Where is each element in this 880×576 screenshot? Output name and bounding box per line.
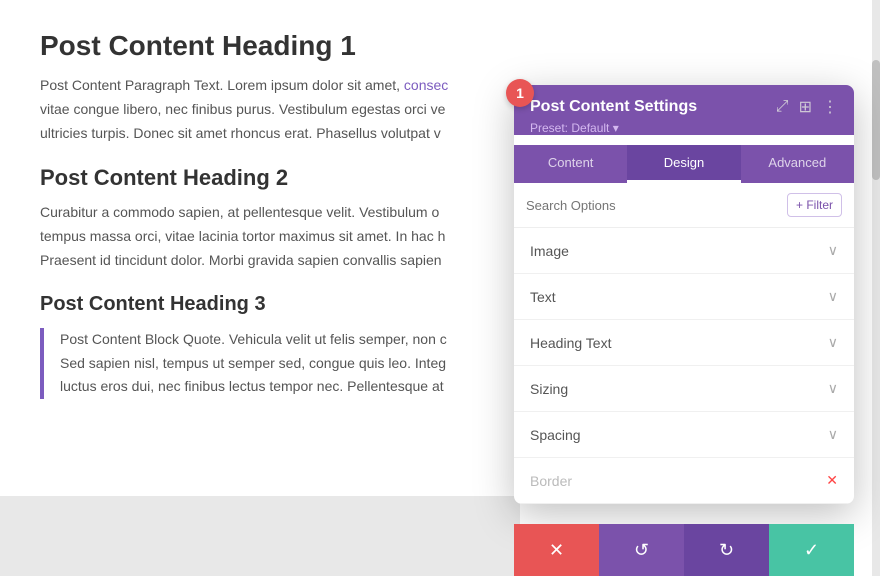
panel-header-top: Post Content Settings ⤢ ⊞ ⋮ bbox=[530, 97, 838, 117]
search-input[interactable] bbox=[526, 198, 787, 213]
section-sizing[interactable]: Sizing ∨ bbox=[514, 366, 854, 412]
resize-icon[interactable]: ⤢ bbox=[776, 98, 789, 116]
panel-header-icons: ⤢ ⊞ ⋮ bbox=[776, 97, 838, 117]
undo-button[interactable]: ↺ bbox=[599, 524, 684, 576]
section-border[interactable]: Border ✕ bbox=[514, 458, 854, 504]
section-text-chevron: ∨ bbox=[828, 288, 838, 305]
filter-button[interactable]: + Filter bbox=[787, 193, 842, 217]
tab-advanced[interactable]: Advanced bbox=[741, 145, 854, 183]
cancel-button[interactable]: ✕ bbox=[514, 524, 599, 576]
section-border-label: Border bbox=[530, 473, 572, 489]
section-spacing[interactable]: Spacing ∨ bbox=[514, 412, 854, 458]
section-heading-text-chevron: ∨ bbox=[828, 334, 838, 351]
columns-icon[interactable]: ⊞ bbox=[799, 97, 812, 117]
preset-label[interactable]: Preset: Default ▾ bbox=[530, 121, 619, 135]
section-spacing-label: Spacing bbox=[530, 427, 581, 443]
action-bar: ✕ ↺ ↻ ✓ bbox=[514, 524, 854, 576]
panel-search: + Filter bbox=[514, 183, 854, 228]
tab-content[interactable]: Content bbox=[514, 145, 627, 183]
bottom-area bbox=[0, 496, 520, 576]
panel-header: Post Content Settings ⤢ ⊞ ⋮ Preset: Defa… bbox=[514, 85, 854, 135]
section-text-label: Text bbox=[530, 289, 556, 305]
content-link[interactable]: consec bbox=[404, 77, 448, 93]
section-image[interactable]: Image ∨ bbox=[514, 228, 854, 274]
heading-1: Post Content Heading 1 bbox=[40, 30, 840, 62]
settings-panel: Post Content Settings ⤢ ⊞ ⋮ Preset: Defa… bbox=[514, 85, 854, 504]
scrollbar[interactable] bbox=[872, 0, 880, 576]
panel-tabs: Content Design Advanced bbox=[514, 145, 854, 183]
badge-number: 1 bbox=[506, 79, 534, 107]
panel-preset: Preset: Default ▾ bbox=[530, 121, 838, 135]
section-text[interactable]: Text ∨ bbox=[514, 274, 854, 320]
redo-button[interactable]: ↻ bbox=[684, 524, 769, 576]
section-sizing-chevron: ∨ bbox=[828, 380, 838, 397]
save-button[interactable]: ✓ bbox=[769, 524, 854, 576]
section-border-chevron: ✕ bbox=[826, 472, 838, 489]
panel-title: Post Content Settings bbox=[530, 98, 697, 116]
section-image-chevron: ∨ bbox=[828, 242, 838, 259]
more-icon[interactable]: ⋮ bbox=[822, 97, 838, 117]
section-image-label: Image bbox=[530, 243, 569, 259]
section-spacing-chevron: ∨ bbox=[828, 426, 838, 443]
scrollbar-thumb[interactable] bbox=[872, 60, 880, 180]
tab-design[interactable]: Design bbox=[627, 145, 740, 183]
section-sizing-label: Sizing bbox=[530, 381, 568, 397]
section-heading-text[interactable]: Heading Text ∨ bbox=[514, 320, 854, 366]
section-heading-text-label: Heading Text bbox=[530, 335, 611, 351]
